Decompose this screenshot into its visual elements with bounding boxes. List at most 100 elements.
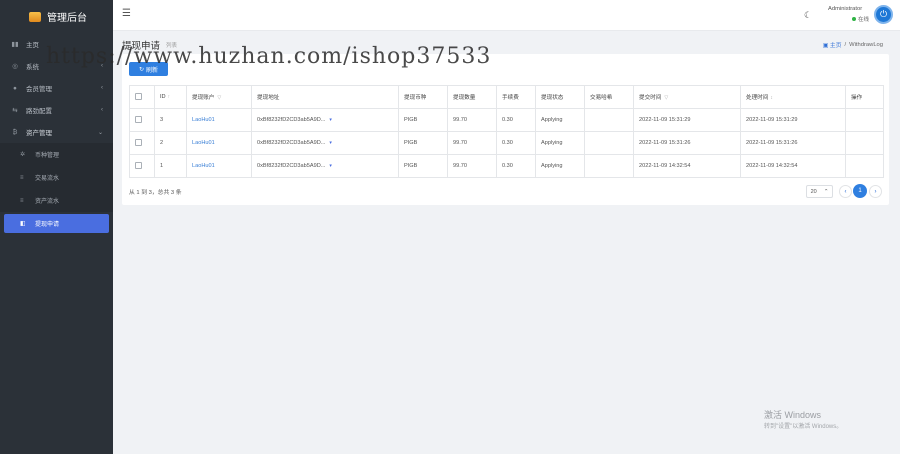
cell-account-link[interactable]: LaoHu01 [186, 154, 252, 178]
cell-action [845, 131, 884, 155]
cell-coin: PIGB [398, 154, 448, 178]
row-checkbox[interactable] [135, 138, 142, 146]
power-icon[interactable]: ⏻ [874, 5, 893, 24]
list-icon: ≡ [20, 197, 24, 204]
col-amount-label: 提现数量 [453, 95, 476, 101]
cell-submitted: 2022-11-09 15:31:26 [633, 131, 741, 155]
watermark-url: https://www.huzhan.com/ishop37533 [46, 44, 492, 69]
withdraw-icon: ◧ [20, 221, 26, 227]
sidebar-item-label: 路劲配置 [26, 108, 52, 115]
withdraw-table: ID ↑ 提现账户 ▽ 提现地址 提现币种 提现数量 手续费 提现状态 交易哈希 提… [129, 85, 884, 178]
col-submitted-label: 提交时间 [639, 95, 662, 101]
breadcrumb-current: WithdrawLog [849, 41, 883, 48]
breadcrumb-home[interactable]: ▣ 主页 [823, 40, 842, 49]
filter-icon[interactable]: ▽ [217, 95, 221, 101]
row-select-cell[interactable] [129, 131, 155, 155]
cell-address: 0xBf8232fD2CD3ab5A9D... ▾ [251, 131, 399, 155]
col-id[interactable]: ID ↑ [154, 85, 187, 109]
brand-title: 管理后台 [47, 13, 87, 24]
sidebar-subitem-trades[interactable]: ≡ 交易流水 [0, 166, 113, 189]
dashboard-icon: ▮▮ [11, 41, 19, 48]
select-all-checkbox[interactable] [135, 92, 142, 100]
sort-icon[interactable]: ↕ [770, 95, 773, 101]
cell-coin: PIGB [398, 131, 448, 155]
expand-caret-icon[interactable]: ▾ [329, 117, 332, 123]
windows-activation-hint: 转到"设置"以激活 Windows。 [764, 424, 843, 430]
content-card: ↻ 刷新 ID ↑ 提现账户 ▽ 提现地址 提现币种 提现数量 手续费 提现状态 交… [122, 54, 889, 205]
settings-icon: ◎ [12, 63, 18, 70]
cell-amount: 99.70 [447, 131, 497, 155]
sidebar-subitem-withdraw[interactable]: ◧ 提现申请 [4, 214, 109, 233]
pagination-summary: 从 1 到 3，总共 3 条 [129, 190, 182, 196]
chevron-left-icon: ‹ [101, 85, 103, 91]
cell-id: 2 [154, 131, 187, 155]
cell-account-link[interactable]: LaoHu01 [186, 131, 252, 155]
sidebar-subitem-label: 币种管理 [35, 153, 60, 159]
page-size-value: 20 [810, 188, 817, 195]
row-checkbox[interactable] [135, 161, 142, 169]
cell-id: 3 [154, 108, 187, 132]
cell-submitted: 2022-11-09 15:31:29 [633, 108, 741, 132]
admin-status-label: 在线 [858, 17, 870, 23]
col-status: 提现状态 [535, 85, 585, 109]
asset-icon: ₿ [12, 128, 18, 136]
col-amount: 提现数量 [447, 85, 497, 109]
next-page-button[interactable]: › [869, 185, 882, 198]
row-checkbox[interactable] [135, 115, 142, 123]
cell-fee: 0.30 [496, 131, 536, 155]
filter-icon[interactable]: ▽ [664, 95, 668, 101]
expand-caret-icon[interactable]: ▾ [329, 140, 332, 146]
col-account[interactable]: 提现账户 ▽ [186, 85, 252, 109]
admin-name[interactable]: Administrator [828, 6, 862, 12]
col-submitted[interactable]: 提交时间 ▽ [633, 85, 741, 109]
col-address-label: 提现地址 [257, 95, 280, 101]
chevron-left-icon: ‹ [101, 107, 103, 113]
cell-action [845, 154, 884, 178]
row-select-cell[interactable] [129, 154, 155, 178]
user-icon: ● [13, 84, 17, 92]
theme-toggle-icon[interactable]: ☾ [804, 10, 814, 20]
col-coin-label: 提现币种 [404, 95, 427, 101]
col-status-label: 提现状态 [541, 95, 564, 101]
cell-processed: 2022-11-09 14:32:54 [740, 154, 846, 178]
table-header-row: ID ↑ 提现账户 ▽ 提现地址 提现币种 提现数量 手续费 提现状态 交易哈希 提… [129, 85, 884, 109]
cell-address: 0xBf8232fD2CD3ab5A9D... ▾ [251, 108, 399, 132]
sidebar-subitem-coins[interactable]: ✲ 币种管理 [0, 143, 113, 166]
cell-fee: 0.30 [496, 154, 536, 178]
sort-icon[interactable]: ↑ [168, 94, 171, 100]
col-fee-label: 手续费 [502, 95, 519, 101]
sidebar-subitem-label: 提现申请 [35, 222, 60, 228]
sidebar-item-routes[interactable]: ⇆ 路劲配置 ‹ [0, 99, 113, 121]
cell-processed: 2022-11-09 15:31:29 [740, 108, 846, 132]
cell-hash [584, 131, 634, 155]
cell-account-link[interactable]: LaoHu01 [186, 108, 252, 132]
sidebar-item-members[interactable]: ● 会员管理 ‹ [0, 77, 113, 99]
col-hash-label: 交易哈希 [590, 95, 613, 101]
topbar: ☰ ☾ Administrator 在线 ⏻ [113, 0, 900, 31]
sidebar-item-label: 会员管理 [26, 86, 52, 93]
route-icon: ⇆ [12, 107, 18, 114]
sidebar-item-assets[interactable]: ₿ 资产管理 ⌄ [0, 121, 113, 143]
sidebar-subitem-asset-log[interactable]: ≡ 资产流水 [0, 189, 113, 212]
chevron-down-icon: ⌄ [97, 129, 103, 136]
col-coin: 提现币种 [398, 85, 448, 109]
brand[interactable]: 管理后台 [0, 0, 113, 33]
page-size-select[interactable]: 20 ⌃ [806, 185, 833, 198]
list-icon: ≡ [20, 174, 24, 181]
current-page-button[interactable]: 1 [853, 184, 867, 198]
sidebar-subitem-label: 资产流水 [35, 199, 60, 205]
cell-amount: 99.70 [447, 108, 497, 132]
col-id-label: ID [160, 94, 166, 100]
admin-status: 在线 [852, 15, 869, 23]
col-processed[interactable]: 处理时间 ↕ [740, 85, 846, 109]
col-action-label: 操作 [851, 95, 863, 101]
prev-page-button[interactable]: ‹ [839, 185, 852, 198]
expand-caret-icon[interactable]: ▾ [329, 163, 332, 169]
row-select-cell[interactable] [129, 108, 155, 132]
col-processed-label: 处理时间 [746, 95, 769, 101]
cell-status: Applying [535, 154, 585, 178]
menu-toggle-icon[interactable]: ☰ [122, 8, 131, 19]
select-all-cell[interactable] [129, 85, 155, 109]
cell-address-text: 0xBf8232fD2CD3ab5A9D... [257, 117, 326, 123]
sidebar-item-label: 主页 [26, 42, 39, 49]
